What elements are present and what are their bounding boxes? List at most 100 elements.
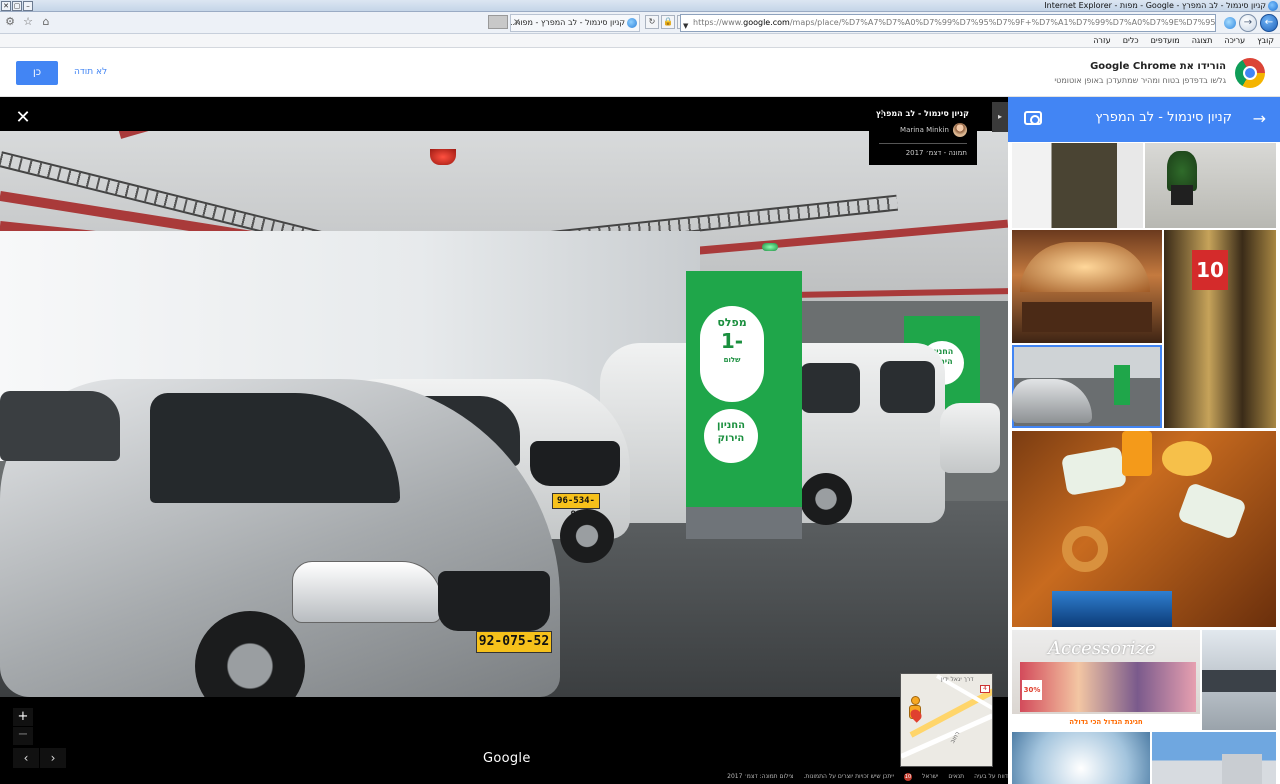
parking-garage-photo[interactable]: החניוןהירוק מפלס1-שלום החניוןהירוק 96-53… <box>0 131 1008 697</box>
add-photo-camera-icon[interactable] <box>1024 111 1042 125</box>
viewer-footer: צילום תמונה: דצמ׳ 2017 ייתכן שיש זכויות … <box>0 769 1008 784</box>
photo-green-lamp <box>762 243 778 251</box>
promo-no-thanks-link[interactable]: לא תודה <box>74 67 107 77</box>
thumb-mall-interior[interactable] <box>1202 630 1276 730</box>
settings-gear-icon[interactable]: ⚙ <box>4 16 16 28</box>
thumb-food[interactable] <box>1012 431 1276 627</box>
menu-file[interactable]: קובץ <box>1257 34 1274 48</box>
menu-favorites[interactable]: מועדפים <box>1151 34 1180 48</box>
lock-icon[interactable]: 🔒 <box>661 15 675 29</box>
footer-report-link[interactable]: דווח על בעיה <box>974 773 1008 780</box>
refresh-icon[interactable]: ↻ <box>645 15 659 29</box>
favorites-star-icon[interactable]: ☆ <box>22 16 34 28</box>
thumb-food-onion-ring <box>1062 526 1108 572</box>
browser-nav-bar: ⚙ ☆ ⌂ ✕ קניון סינמול - לב המפרץ - מפות..… <box>0 12 1280 34</box>
photo-van-window <box>880 361 935 413</box>
window-minimize-button[interactable]: – <box>23 1 33 11</box>
thumb-store-sale: 30% <box>1022 680 1042 700</box>
window-close-button[interactable]: ✕ <box>1 1 11 11</box>
photo-silver-car-side-window <box>0 391 120 461</box>
photo-white-car-wheel <box>560 509 614 563</box>
new-tab-button[interactable] <box>488 15 508 29</box>
next-photo-button[interactable]: › <box>40 748 66 768</box>
photo-pillar-base <box>686 507 802 539</box>
window-controls: ✕ ▢ – <box>1 1 33 11</box>
thumb-mall-railing <box>1202 670 1276 692</box>
chrome-promo-banner: כן לא תודה הורידו את Google Chrome גלשו … <box>0 48 1280 97</box>
thumb-food-fries <box>1162 441 1212 476</box>
promo-title: הורידו את Google Chrome <box>1090 61 1226 72</box>
address-bar[interactable]: ▼ https://www.google.com/maps/place/%D7%… <box>680 14 1216 32</box>
thumb-food-sandwich <box>1176 481 1248 541</box>
photo-headlight <box>292 561 442 623</box>
menu-help[interactable]: עזרה <box>1093 34 1111 48</box>
thumb-clothing[interactable] <box>1012 143 1143 228</box>
zoom-out-button[interactable]: − <box>13 727 33 745</box>
thumb-restaurant-tables <box>1022 302 1152 332</box>
info-place-title[interactable]: קניון סינמול - לב המפרץ <box>876 109 969 118</box>
thumb-jewelry-sale-sign: 10 <box>1192 250 1228 290</box>
footer-photo-credit: צילום תמונה: דצמ׳ 2017 <box>727 773 794 780</box>
previous-photo-button[interactable]: ‹ <box>13 748 39 768</box>
photo-front-plate: 92-075-52 <box>476 631 552 653</box>
menu-edit[interactable]: עריכה <box>1224 34 1245 48</box>
photo-rear-plate: 96-534-91 <box>552 493 600 520</box>
browser-tab[interactable]: ✕ קניון סינמול - לב המפרץ - מפות... <box>510 14 640 32</box>
footer-country[interactable]: ישראל <box>922 773 938 780</box>
pegman-icon[interactable] <box>907 696 924 726</box>
address-host: google.com <box>743 18 790 27</box>
thumb-parking-pillar <box>1114 365 1130 405</box>
thumb-restaurant-arch <box>1020 242 1150 292</box>
pegman-head <box>911 696 920 705</box>
collapse-panel-button[interactable]: ▸ <box>992 102 1008 132</box>
thumb-mall-exterior[interactable] <box>1152 732 1276 784</box>
zoom-in-button[interactable]: + <box>13 708 33 726</box>
promo-subtitle: גלשו בדפדפן בטוח ומהיר שמתעדכן באופן אוט… <box>1054 76 1226 85</box>
thumb-ceiling-dome[interactable] <box>1012 732 1150 784</box>
author-avatar[interactable] <box>953 123 967 137</box>
nav-buttons: → ← <box>1224 14 1278 32</box>
thumb-food-sandwich <box>1060 446 1128 496</box>
photo-pillar-name-sign: החניון הירוק <box>704 409 758 463</box>
tab-title: קניון סינמול - לב המפרץ - מפות... <box>510 18 625 27</box>
thumb-restaurant[interactable] <box>1012 230 1162 343</box>
menu-bar: קובץ עריכה תצוגה מועדפים כלים עזרה <box>0 34 1280 48</box>
home-icon[interactable]: ⌂ <box>40 16 52 28</box>
promo-yes-button[interactable]: כן <box>16 61 58 85</box>
thumb-food-drink <box>1122 431 1152 476</box>
address-scheme: https://www. <box>693 18 744 27</box>
footer-rights[interactable]: ייתכן שיש זכויות יוצרים על התמונות. <box>803 773 894 780</box>
info-divider <box>879 143 967 144</box>
photo-red-lamp <box>430 149 456 165</box>
menu-tools[interactable]: כלים <box>1123 34 1139 48</box>
site-favicon-icon <box>1224 17 1236 29</box>
window-title: קניון סינמול - לב המפרץ - Google - מפות … <box>1044 1 1266 10</box>
ie-logo-icon <box>1268 1 1278 11</box>
photo-silver-car-grille <box>438 571 550 631</box>
thumb-plant-pot <box>1171 185 1193 205</box>
info-photo-date: תמונה - דצמ׳ 2017 <box>905 149 967 157</box>
minimap-road-label: דרך יגאל ידין <box>941 676 974 683</box>
thumb-store-banner: חגיגת הגדול הכי גדולה <box>1012 714 1200 730</box>
window-maximize-button[interactable]: ▢ <box>12 1 22 11</box>
thumb-accessorize-store[interactable]: Accessorize 30% חגיגת הגדול הכי גדולה <box>1012 630 1200 730</box>
panel-title: קניון סינמול - לב המפרץ <box>1095 110 1232 125</box>
menu-view[interactable]: תצוגה <box>1192 34 1213 48</box>
thumb-jewelry[interactable]: 10 <box>1164 230 1276 428</box>
close-viewer-button[interactable]: ✕ <box>14 109 32 127</box>
thumb-parking-selected[interactable] <box>1012 345 1162 428</box>
google-logo: Google <box>483 751 531 766</box>
forward-button[interactable]: → <box>1239 14 1257 32</box>
info-author-name[interactable]: Marina Minkin <box>900 126 949 134</box>
minimap[interactable]: דרך יגאל ידין רחוב 4 <box>900 673 993 767</box>
panel-back-arrow-icon[interactable]: → <box>1253 109 1266 128</box>
photo-white-car-grille <box>530 441 620 486</box>
tab-close-icon[interactable]: ✕ <box>513 15 521 31</box>
address-path: /maps/place/%D7%A7%D7%A0%D7%99%D7%95%D7%… <box>789 18 1216 27</box>
back-button[interactable]: ← <box>1260 14 1278 32</box>
tab-favicon-icon <box>627 18 637 28</box>
address-dropdown-icon[interactable]: ▼ <box>683 18 688 31</box>
footer-terms-link[interactable]: תנאים <box>948 773 964 780</box>
thumb-plant[interactable] <box>1145 143 1276 228</box>
photos-panel: קניון סינמול - לב המפרץ → 10 Accessorize… <box>1008 97 1280 784</box>
